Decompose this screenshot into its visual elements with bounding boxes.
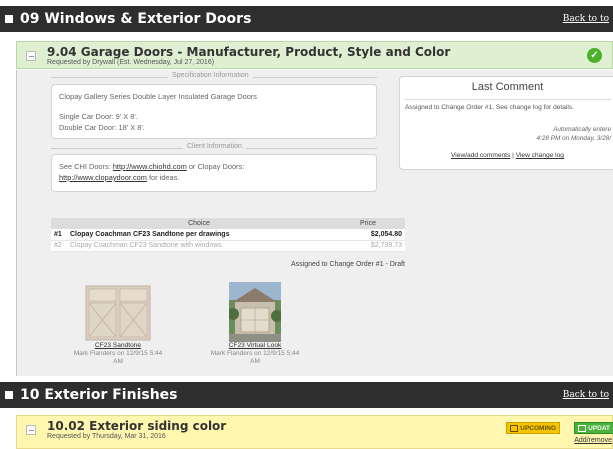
chiohd-link[interactable]: http://www.chiohd.com: [113, 162, 187, 171]
collapse-toggle-icon[interactable]: [26, 425, 36, 435]
view-comments-link[interactable]: View/add comments: [451, 152, 510, 159]
thumbnail-caption[interactable]: CF23 Sandtone: [73, 342, 163, 350]
item-header-10-02[interactable]: 10.02 Exterior siding color Requested by…: [16, 415, 613, 449]
table-row[interactable]: #2 Clopay Coachman CF23 Sandtone with wi…: [51, 240, 405, 252]
choices-table: Choice Price #1 Clopay Coachman CF23 San…: [51, 218, 405, 252]
comment-title: Last Comment: [471, 81, 544, 93]
table-row[interactable]: #1 Clopay Coachman CF23 Sandtone per dra…: [51, 229, 405, 241]
item-requested: Requested by Thursday, Mar 31, 2016: [47, 433, 166, 440]
clopaydoor-link[interactable]: http://www.clopaydoor.com: [59, 173, 147, 182]
col-choice: Choice: [67, 218, 331, 229]
spec-legend: Specification Information: [51, 72, 377, 82]
collapse-toggle-icon[interactable]: [26, 51, 36, 61]
row-price: $2,739.73: [331, 240, 405, 252]
section-title: 10 Exterior Finishes: [20, 387, 178, 403]
collapse-square-icon[interactable]: [5, 391, 13, 399]
item-header-9-04[interactable]: 9.04 Garage Doors - Manufacturer, Produc…: [16, 41, 613, 69]
check-circle-icon: ✓: [587, 48, 602, 63]
garage-door-image[interactable]: [83, 282, 153, 342]
back-to-top-link[interactable]: Back to to: [563, 390, 609, 400]
section-header-09[interactable]: 09 Windows & Exterior Doors Back to to: [0, 6, 613, 32]
spec-line-2: Single Car Door: 9' X 8'.: [59, 112, 138, 121]
row-choice: Clopay Coachman CF23 Sandtone per drawin…: [67, 229, 331, 241]
view-change-log-link[interactable]: View change log: [516, 152, 564, 159]
client-box: See CHI Doors: http://www.chiohd.com or …: [51, 154, 377, 192]
col-price: Price: [331, 218, 405, 229]
garage-photo-image[interactable]: [229, 282, 281, 342]
assigned-note: Assigned to Change Order #1 - Draft: [290, 261, 405, 268]
back-to-top-link[interactable]: Back to to: [563, 14, 609, 24]
thumbnail-cf23-sandtone[interactable]: CF23 Sandtone Mark Flanders on 12/9/15 5…: [73, 282, 163, 366]
item-requested: Requested by Drywall (Est. Wednesday, Ju…: [47, 59, 215, 66]
item-title: 9.04 Garage Doors - Manufacturer, Produc…: [47, 45, 451, 59]
row-choice: Clopay Coachman CF23 Sandtone with windo…: [67, 240, 331, 252]
row-num: #2: [51, 240, 67, 252]
item-title: 10.02 Exterior siding color: [47, 419, 227, 433]
row-price: $2,054.80: [331, 229, 405, 241]
client-text: See CHI Doors: http://www.chiohd.com or …: [59, 162, 245, 182]
comment-auto-note: Automatically entere: [553, 126, 611, 133]
spec-line-1: Clopay Gallery Series Double Layer Insul…: [59, 92, 258, 101]
page: 09 Windows & Exterior Doors Back to to 9…: [0, 0, 613, 449]
add-remove-link[interactable]: Add/remove: [574, 437, 612, 444]
update-icon: [578, 425, 587, 432]
collapse-square-icon[interactable]: [5, 15, 13, 23]
table-header-row: Choice Price: [51, 218, 405, 229]
comment-links: View/add comments | View change log: [451, 152, 564, 159]
row-num: #1: [51, 229, 67, 241]
comment-date: 4:28 PM on Monday, 3/28/: [536, 135, 611, 142]
upcoming-badge[interactable]: UPCOMING: [506, 422, 560, 434]
comment-text: Assigned to Change Order #1. See change …: [405, 104, 574, 111]
thumbnail-cf23-virtual-look[interactable]: CF23 Virtual Look Mark Flanders on 12/9/…: [210, 282, 300, 366]
thumbnail-meta: Mark Flanders on 12/9/15 5:44 AM: [210, 350, 300, 365]
spec-line-3: Double Car Door: 18' X 8'.: [59, 123, 145, 132]
update-button[interactable]: UPDAT: [574, 422, 613, 434]
calendar-icon: [510, 425, 519, 432]
spec-box: Clopay Gallery Series Double Layer Insul…: [51, 84, 377, 139]
client-legend: Client Information: [51, 143, 377, 153]
thumbnail-meta: Mark Flanders on 12/9/15 5:44 AM: [73, 350, 163, 365]
section-title: 09 Windows & Exterior Doors: [20, 11, 252, 27]
item-body-9-04: Specification Information Clopay Gallery…: [16, 70, 613, 376]
section-header-10[interactable]: 10 Exterior Finishes Back to to: [0, 382, 613, 408]
last-comment-panel: Last Comment Assigned to Change Order #1…: [399, 76, 613, 170]
thumbnail-caption[interactable]: CF23 Virtual Look: [210, 342, 300, 350]
